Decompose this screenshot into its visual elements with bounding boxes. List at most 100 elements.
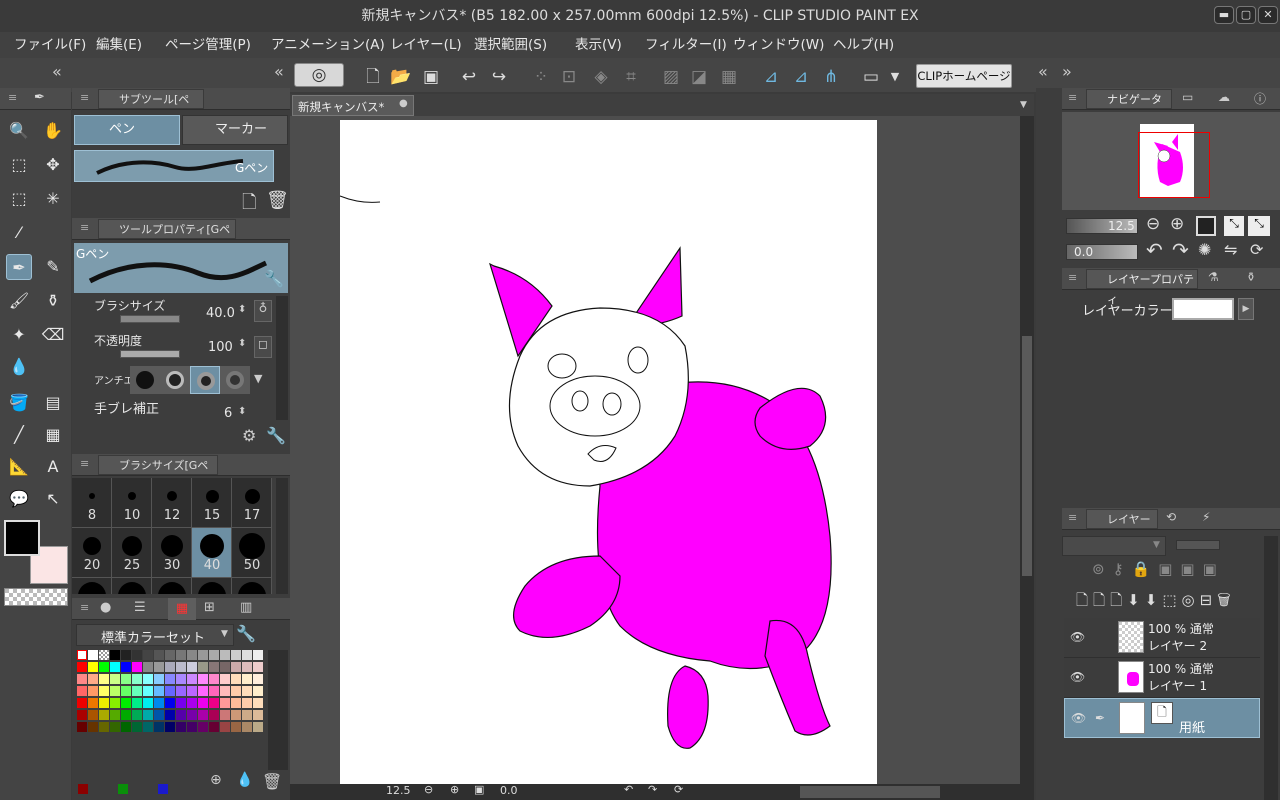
antialias-weak[interactable] [160,366,190,394]
spinner-icon[interactable]: ⬍ [238,338,246,349]
navigator-angle-value[interactable]: 0.0 [1074,245,1093,259]
color-swatch[interactable] [154,722,164,732]
color-swatch[interactable] [220,710,230,720]
color-swatch[interactable] [154,710,164,720]
menu-page[interactable]: ページ管理(P) [160,32,256,58]
opacity-toggle-icon[interactable]: ◻ [254,336,272,358]
color-swatch[interactable] [154,662,164,672]
antialias-strong[interactable] [220,366,250,394]
menu-icon[interactable]: ≡ [8,91,17,104]
gradient-tool-icon[interactable]: ▤ [40,390,66,416]
color-swatch[interactable] [176,698,186,708]
zoom-in-icon[interactable]: ⊕ [450,783,459,796]
color-swatch[interactable] [231,710,241,720]
actual-size-icon[interactable]: ⤡ [1224,216,1244,236]
display-ruler-icon[interactable]: ▭ [858,64,884,90]
selection-icon[interactable]: ▦ [716,64,742,90]
color-swatch[interactable] [198,650,208,660]
pressure-icon[interactable]: ♁ [254,300,272,322]
brush-size-preset-30[interactable]: 30 [152,528,192,578]
fit-screen-icon[interactable] [1196,216,1216,236]
color-swatch[interactable] [99,710,109,720]
color-swatch[interactable] [209,686,219,696]
color-swatch[interactable] [132,710,142,720]
color-swatch[interactable] [99,722,109,732]
color-swatch[interactable] [77,722,87,732]
brush-size-preset-20[interactable]: 20 [72,528,112,578]
save-icon[interactable]: ▣ [418,64,444,90]
color-swatch[interactable] [143,662,153,672]
color-swatch[interactable] [253,686,263,696]
info-icon[interactable]: ⓘ [1254,90,1266,107]
eyedropper-icon[interactable]: ⁄ [6,220,32,246]
color-swatch[interactable] [132,722,142,732]
eyedropper-icon[interactable]: 💧 [236,772,253,788]
chevron-down-icon[interactable]: ▼ [254,372,262,385]
color-swatch[interactable] [209,710,219,720]
color-swatch[interactable] [132,662,142,672]
color-swatch[interactable] [121,722,131,732]
material-icon[interactable]: ⚱ [1246,270,1256,284]
color-swatch[interactable] [253,674,263,684]
color-swatch[interactable] [220,698,230,708]
antialias-medium[interactable] [190,366,220,394]
menu-icon[interactable]: ≡ [80,457,89,470]
tool-property-tab[interactable]: ツールプロパティ[Gペン] [98,219,236,256]
trash-icon[interactable]: 🗑 [266,190,289,211]
color-swatch[interactable] [220,674,230,684]
brush-size-slider[interactable] [120,315,180,323]
color-swatch[interactable] [209,722,219,732]
brush-size-preset[interactable] [112,578,152,594]
color-swatch[interactable] [88,650,98,660]
menu-selection[interactable]: 選択範囲(S) [469,32,552,58]
open-folder-icon[interactable]: 📂 [388,64,414,90]
color-swatch[interactable] [253,662,263,672]
redo-icon[interactable]: ↪ [486,64,512,90]
color-swatch[interactable] [231,674,241,684]
navigator-view-frame[interactable] [1138,132,1210,198]
wrench-icon[interactable]: 🔧 [236,624,256,643]
settings-gear-icon[interactable]: ⚙ [242,426,256,445]
collapse-left-icon[interactable]: « [52,62,62,81]
color-swatch[interactable] [165,686,175,696]
color-swatch[interactable] [88,674,98,684]
airbrush-tool-icon[interactable]: ⚱ [40,288,66,314]
brush-size-preset-15[interactable]: 15 [192,478,232,528]
color-swatch[interactable] [99,650,109,660]
recent-color[interactable] [158,784,168,794]
zoom-in-icon[interactable]: ⊕ [1170,214,1184,234]
antialias-none[interactable] [130,366,160,394]
color-slider-icon[interactable]: ☰ [134,600,146,615]
snap-special-icon[interactable]: ⊿ [788,64,814,90]
color-swatch[interactable] [77,662,87,672]
color-swatch[interactable] [187,650,197,660]
erase-outside-icon[interactable]: ◈ [588,64,614,90]
vertical-scroll-thumb[interactable] [1022,336,1032,576]
layer-row-1[interactable]: 👁 100 % 通常 レイヤー 1 [1064,658,1260,698]
color-swatch[interactable] [242,722,252,732]
selection-tool-icon[interactable]: ⬚ [6,186,32,212]
color-swatch[interactable] [187,686,197,696]
intermediate-color-icon[interactable]: ⊞ [204,600,215,615]
menu-icon[interactable]: ≡ [80,91,89,104]
spinner-icon[interactable]: ⬍ [238,406,246,417]
figure-tool-icon[interactable]: ╱ [6,422,32,448]
color-swatch[interactable] [88,710,98,720]
brush-size-value[interactable]: 40.0 [206,306,235,321]
color-swatch[interactable] [242,698,252,708]
color-swatch[interactable] [187,674,197,684]
recent-color[interactable] [78,784,88,794]
rotate-right-icon[interactable]: ↷ [648,783,657,796]
menu-filter[interactable]: フィルター(I) [640,32,732,58]
hand-tool-icon[interactable]: ✋ [40,118,66,144]
color-swatch[interactable] [77,674,87,684]
status-angle-value[interactable]: 0.0 [500,784,518,797]
color-swatch[interactable] [132,686,142,696]
color-swatch[interactable] [253,710,263,720]
color-swatch[interactable] [253,698,263,708]
color-swatch[interactable] [154,698,164,708]
vertical-scrollbar[interactable] [1020,116,1034,784]
horizontal-scroll-thumb[interactable] [800,786,940,798]
color-swatch[interactable] [242,674,252,684]
layer-row-paper[interactable]: 👁 ✒ 🗋 用紙 [1064,698,1260,738]
